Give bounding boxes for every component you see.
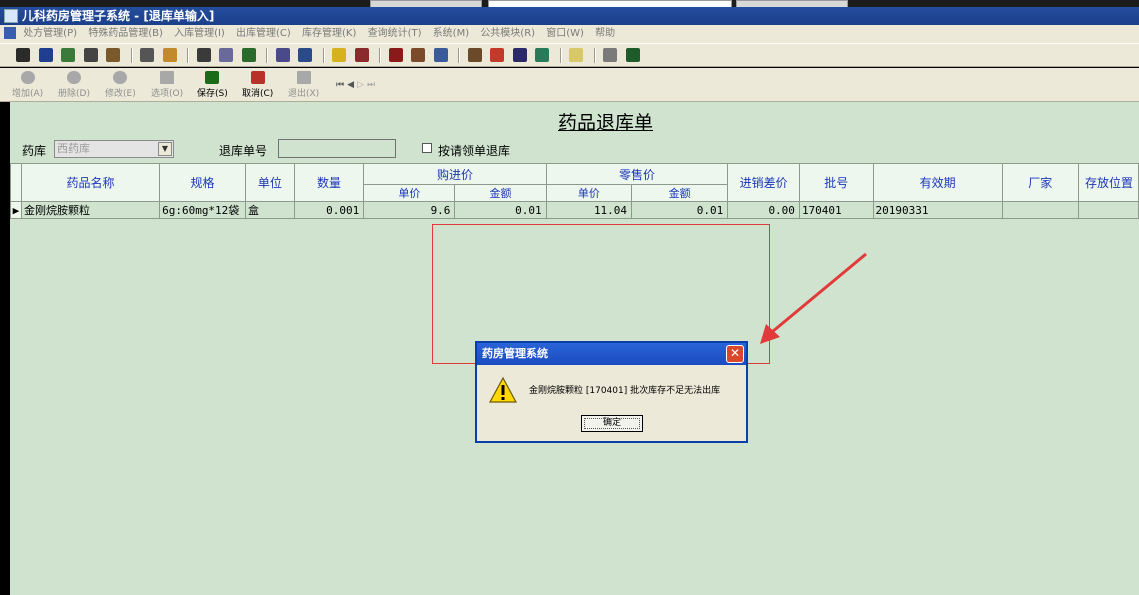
warning-icon [488,376,518,403]
close-button[interactable]: ✕ [726,345,744,363]
dialog-titlebar: 药房管理系统 [477,343,746,365]
dialog-message: 金刚烷胺颗粒 [170401] 批次库存不足无法出库 [529,386,721,396]
dialog-title: 药房管理系统 [482,347,548,360]
ok-button[interactable]: 确定 [581,415,643,432]
warning-dialog: 药房管理系统 ✕ 金刚烷胺颗粒 [170401] 批次库存不足无法出库 确定 [475,341,748,443]
annotation-arrow [760,252,867,344]
arrow-line [771,252,867,334]
